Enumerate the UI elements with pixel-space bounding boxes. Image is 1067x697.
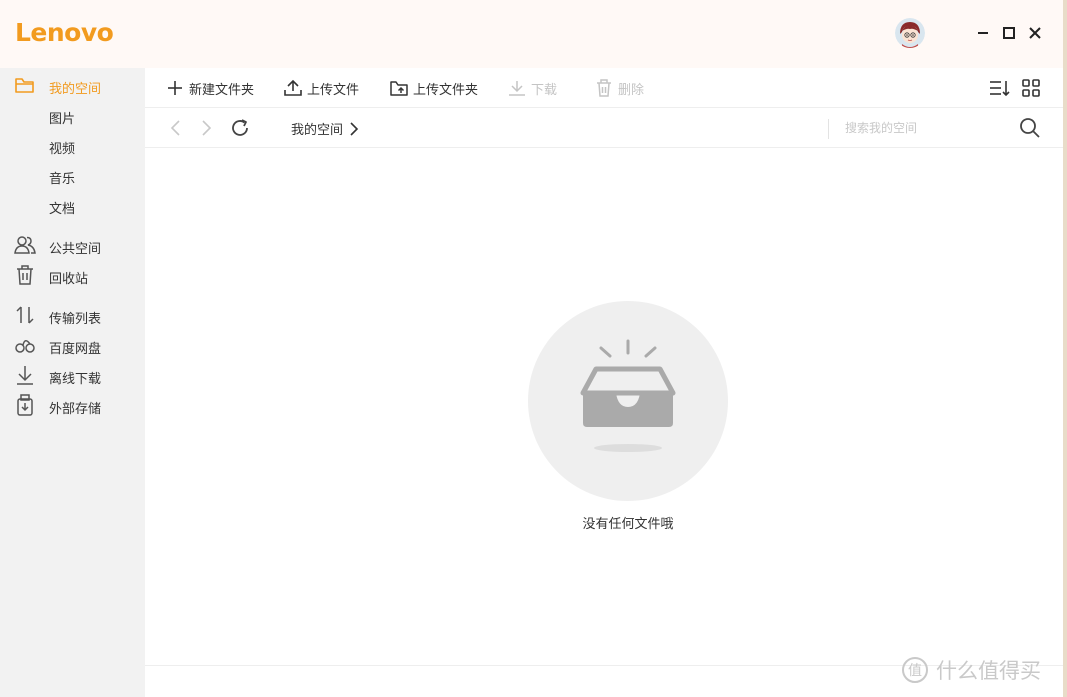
sidebar-item-my-space[interactable]: 我的空间 [0,70,145,100]
sort-list-icon[interactable] [988,77,1010,99]
sidebar-item-baidu-netdisk[interactable]: 百度网盘 [0,330,145,360]
sidebar-item-label: 公共空间 [49,242,102,257]
close-icon[interactable] [1024,22,1046,44]
title-bar: Lenovo [0,0,1063,68]
new-folder-button[interactable]: 新建文件夹 [165,77,254,99]
refresh-icon[interactable] [229,117,251,139]
sidebar-item-label: 回收站 [49,272,89,287]
sidebar-item-music[interactable]: 音乐 [0,160,145,190]
sidebar-item-label: 视频 [49,142,76,157]
smzdm-logo-icon: 值 [902,657,928,683]
search-icon[interactable] [1018,116,1042,140]
search-input[interactable] [845,116,1015,140]
sidebar-item-recycle-bin[interactable]: 回收站 [0,260,145,290]
download-icon [509,81,525,96]
delete-label: 删除 [618,82,645,98]
sidebar-item-documents[interactable]: 文档 [0,190,145,220]
main-panel: 新建文件夹 上传文件 上传文件夹 下载 删除 我的空间 搜索我的空间 没有任何文… [145,68,1063,697]
transfer-icon [14,304,36,326]
download-label: 下载 [531,82,558,98]
plus-icon [168,81,182,95]
new-folder-label: 新建文件夹 [189,82,255,98]
offline-download-icon [14,364,36,386]
sidebar-item-offline-download[interactable]: 离线下载 [0,360,145,390]
upload-file-label: 上传文件 [307,82,360,98]
sidebar-item-label: 音乐 [49,172,76,187]
window-edge [1063,0,1067,697]
empty-state-message: 没有任何文件哦 [582,517,674,532]
sidebar-item-label: 文档 [49,202,76,217]
sidebar: 我的空间 图片 视频 音乐 文档 公共空间 回收站 传输列表 百度网盘 离线下载… [0,68,145,697]
trash-icon [597,79,611,97]
sidebar-item-pictures[interactable]: 图片 [0,100,145,130]
minimize-icon[interactable] [972,22,994,44]
breadcrumb-item-my-space[interactable]: 我的空间 [291,119,343,138]
users-icon [14,234,36,256]
forward-icon[interactable] [195,117,217,139]
upload-file-button[interactable]: 上传文件 [283,77,359,99]
back-icon[interactable] [165,117,187,139]
sidebar-item-transfer-list[interactable]: 传输列表 [0,300,145,330]
navigation-bar: 我的空间 [145,108,1063,148]
toolbar: 新建文件夹 上传文件 上传文件夹 下载 删除 [145,68,1063,108]
sidebar-item-label: 传输列表 [49,312,102,327]
grid-view-icon[interactable] [1020,77,1042,99]
breadcrumb[interactable]: 我的空间 [291,119,361,138]
upload-folder-button[interactable]: 上传文件夹 [389,77,478,99]
sidebar-item-public-space[interactable]: 公共空间 [0,230,145,260]
external-storage-icon [14,394,36,416]
sidebar-item-videos[interactable]: 视频 [0,130,145,160]
watermark: 值 什么值得买 [900,655,1041,685]
folder-upload-icon [390,81,408,96]
lenovo-logo: Lenovo [15,18,114,47]
sidebar-item-external-storage[interactable]: 外部存储 [0,390,145,420]
empty-inbox-icon [580,339,676,452]
sidebar-item-label: 外部存储 [49,402,102,417]
user-avatar[interactable] [895,18,925,48]
upload-icon [284,79,302,96]
upload-folder-label: 上传文件夹 [413,82,479,98]
delete-button[interactable]: 删除 [594,77,644,99]
watermark-text: 什么值得买 [936,659,1041,683]
baidu-cloud-icon [14,334,36,356]
sidebar-item-label: 百度网盘 [49,342,102,357]
chevron-right-icon [350,121,359,136]
sidebar-item-label: 图片 [49,112,76,127]
download-button[interactable]: 下载 [507,77,557,99]
svg-text:值: 值 [908,663,922,679]
maximize-icon[interactable] [998,22,1020,44]
empty-state-illustration [528,301,728,501]
sidebar-item-label: 离线下载 [49,372,102,387]
sidebar-item-label: 我的空间 [49,82,102,97]
trash-icon [14,264,36,286]
search-divider [828,119,829,139]
folder-open-icon [14,74,36,96]
